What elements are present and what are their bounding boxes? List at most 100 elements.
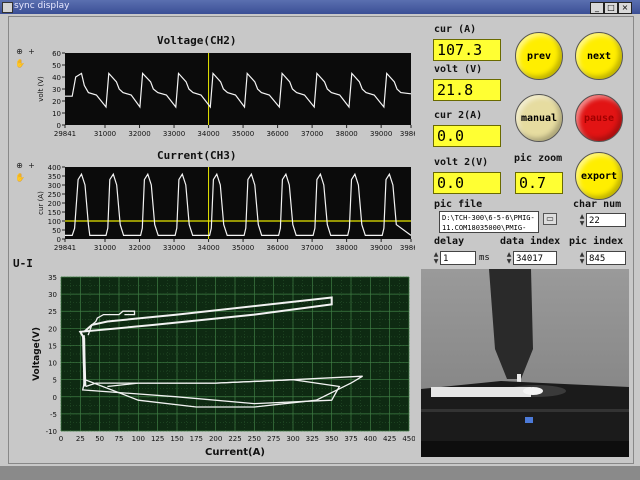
y-tick-label: 100	[48, 218, 61, 226]
x-tick-label: 39865	[400, 130, 415, 138]
voltage-ch2-chart[interactable]: 60 50 40 30 20 10 029841 31000 32000 33000 34000 35…	[17, 49, 415, 141]
u-i-chart[interactable]: 35302520151050-5-100 25 50 75 100 125 150 175 20…	[17, 267, 415, 461]
x-tick-label: 75	[115, 435, 124, 443]
y-tick-label: 10	[52, 110, 61, 118]
x-tick-label: 25	[76, 435, 85, 443]
y-tick-label: 0	[53, 394, 57, 402]
x-tick-label: 32000	[128, 244, 150, 252]
manual-button[interactable]: manual	[515, 94, 563, 142]
x-tick-label: 29841	[54, 244, 76, 252]
pic-file-path-line1: D:\TCH-300\6-5-6\PMIG-	[442, 214, 535, 222]
plot-area	[65, 167, 411, 239]
y-tick-label: 60	[52, 50, 61, 58]
pic-file-path-field[interactable]: D:\TCH-300\6-5-6\PMIG- 11.COM18035000\PM…	[439, 211, 539, 233]
x-tick-label: 0	[59, 435, 63, 443]
y-tick-label: 35	[48, 274, 57, 282]
x-tick-label: 100	[132, 435, 145, 443]
y-tick-label: 30	[48, 291, 57, 299]
x-tick-label: 50	[95, 435, 104, 443]
char-num-field[interactable]: 22	[586, 213, 626, 227]
volt-label: volt (V)	[434, 64, 483, 75]
x-tick-label: 150	[170, 435, 183, 443]
title-bar: sync display _ □ ×	[0, 0, 640, 14]
volt2-readout: 0.0	[433, 172, 501, 194]
y-tick-label: 40	[52, 74, 61, 82]
y-tick-label: 5	[53, 377, 57, 385]
status-strip	[0, 466, 640, 480]
y-axis-label: volt (V)	[37, 76, 45, 102]
pic-file-path-line2: 11.COM18035000\PMIG-	[442, 224, 527, 232]
data-index-label: data index	[500, 236, 561, 247]
y-tick-label: 250	[48, 191, 61, 199]
app-icon	[2, 2, 13, 13]
delay-unit: ms	[479, 253, 490, 263]
volt-readout: 21.8	[433, 79, 501, 101]
window-title: sync display	[14, 1, 70, 11]
x-tick-label: 29841	[54, 130, 76, 138]
x-tick-label: 350	[325, 435, 338, 443]
y-tick-label: 50	[52, 62, 61, 70]
minimize-button[interactable]: _	[590, 2, 604, 14]
delay-spin-arrows[interactable]: ▲ ▼	[433, 251, 439, 265]
ch3-title: Current(CH3)	[157, 149, 237, 162]
char-num-spin-arrows[interactable]: ▲ ▼	[579, 213, 585, 227]
cur2-label: cur 2(A)	[434, 110, 483, 121]
x-tick-label: 32000	[128, 130, 150, 138]
main-panel: Voltage(CH2) ⊕ + ✋ 60 50 40 30 20 10 0 29841 310…	[8, 16, 634, 464]
pause-button[interactable]: pause	[575, 94, 623, 142]
x-tick-label: 35000	[232, 244, 254, 252]
export-button[interactable]: export	[575, 152, 623, 200]
x-tick-label: 36000	[266, 130, 288, 138]
volt2-label: volt 2(V)	[434, 157, 489, 168]
current-ch3-chart[interactable]: 40035030025020015010050029841 31000 32000 3…	[17, 163, 415, 255]
pic-index-label: pic index	[569, 236, 624, 247]
y-tick-label: 300	[48, 182, 61, 190]
y-tick-label: 15	[48, 342, 57, 350]
data-index-field[interactable]: 34017	[513, 251, 557, 265]
pic-file-label: pic file	[434, 199, 483, 210]
x-tick-label: 35000	[232, 130, 254, 138]
x-tick-label: 37000	[301, 244, 323, 252]
y-tick-label: 400	[48, 164, 61, 172]
x-tick-label: 450	[402, 435, 415, 443]
pic-zoom-readout[interactable]: 0.7	[515, 172, 563, 194]
pic-index-field[interactable]: 845	[586, 251, 626, 265]
app-window: sync display _ □ × Voltage(CH2) ⊕ + ✋ 60…	[0, 0, 640, 480]
next-button[interactable]: next	[575, 32, 623, 80]
close-button[interactable]: ×	[618, 2, 632, 14]
x-tick-label: 175	[190, 435, 203, 443]
x-tick-label: 400	[364, 435, 377, 443]
y-tick-label: 25	[48, 308, 57, 316]
x-tick-label: 39865	[400, 244, 415, 252]
y-tick-label: 50	[52, 227, 61, 235]
y-tick-label: 20	[48, 325, 57, 333]
x-tick-label: 200	[209, 435, 222, 443]
x-axis-label: Current(A)	[205, 447, 265, 458]
maximize-button[interactable]: □	[604, 2, 618, 14]
y-tick-label: 150	[48, 209, 61, 217]
folder-browse-icon[interactable]: ▭	[543, 213, 557, 225]
x-tick-label: 31000	[94, 130, 116, 138]
x-tick-label: 39000	[370, 130, 392, 138]
x-tick-label: 375	[344, 435, 357, 443]
y-tick-label: -10	[46, 428, 57, 436]
y-tick-label: 0	[57, 236, 61, 244]
x-tick-label: 39000	[370, 244, 392, 252]
x-tick-label: 300	[286, 435, 299, 443]
prev-button[interactable]: prev	[515, 32, 563, 80]
y-tick-label: 10	[48, 360, 57, 368]
x-tick-label: 31000	[94, 244, 116, 252]
x-tick-label: 36000	[266, 244, 288, 252]
x-tick-label: 425	[383, 435, 396, 443]
x-tick-label: 125	[151, 435, 164, 443]
delay-field[interactable]: 1	[440, 251, 476, 265]
y-axis-label: Voltage(V)	[32, 327, 42, 381]
data-index-spin-arrows[interactable]: ▲ ▼	[506, 251, 512, 265]
pic-index-spin-arrows[interactable]: ▲ ▼	[579, 251, 585, 265]
delay-label: delay	[434, 236, 465, 247]
x-tick-label: 38000	[335, 244, 357, 252]
x-tick-label: 275	[267, 435, 280, 443]
x-tick-label: 34000	[197, 244, 219, 252]
y-tick-label: 30	[52, 86, 61, 94]
x-tick-label: 38000	[335, 130, 357, 138]
